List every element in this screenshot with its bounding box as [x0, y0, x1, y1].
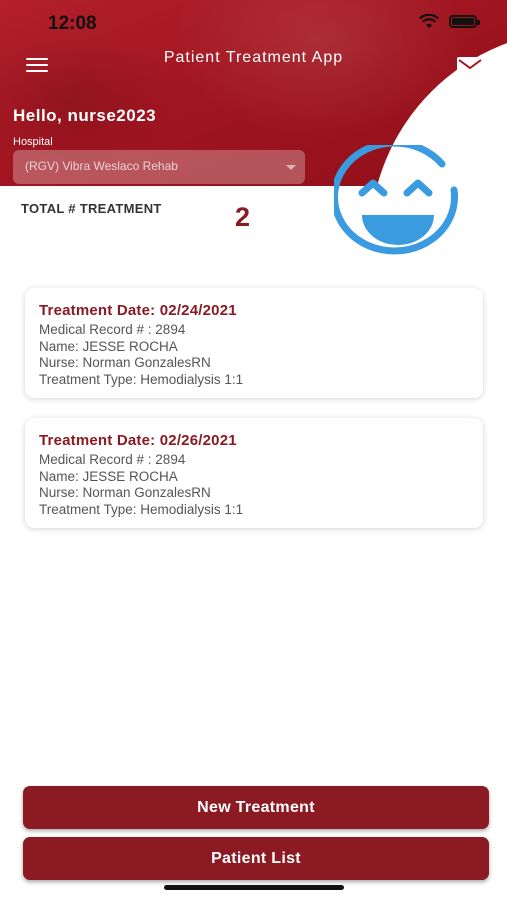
treatment-type: Treatment Type: Hemodialysis 1:1	[39, 371, 244, 387]
nurse-name: Nurse: Norman GonzalesRN	[39, 485, 211, 500]
treatment-card[interactable]: Treatment Date: 02/26/2021 Medical Recor…	[25, 418, 483, 528]
status-time: 12:08	[48, 13, 97, 34]
greeting: Hello, nurse2023	[13, 106, 157, 125]
wifi-icon	[419, 14, 439, 28]
patient-name: Name: JESSE ROCHA	[39, 338, 178, 354]
medical-record: Medical Record # : 2894	[39, 452, 186, 467]
hospital-select-value: (RGV) Vibra Weslaco Rehab	[25, 159, 178, 173]
total-treatment-label: TOTAL # TREATMENT	[21, 201, 162, 216]
mail-icon[interactable]	[457, 57, 483, 76]
home-indicator	[164, 885, 344, 890]
treatment-date: Treatment Date: 02/26/2021	[39, 432, 237, 449]
hospital-select[interactable]: (RGV) Vibra Weslaco Rehab	[13, 150, 305, 184]
nurse-name: Nurse: Norman GonzalesRN	[39, 355, 211, 370]
treatment-type: Treatment Type: Hemodialysis 1:1	[39, 501, 244, 517]
patient-list-button[interactable]: Patient List	[23, 837, 489, 880]
patient-name: Name: JESSE ROCHA	[39, 468, 178, 484]
treatment-card[interactable]: Treatment Date: 02/24/2021 Medical Recor…	[25, 288, 483, 398]
new-treatment-button[interactable]: New Treatment	[23, 786, 489, 829]
status-icons	[419, 14, 480, 29]
battery-icon	[449, 15, 480, 28]
smiley-icon	[334, 145, 458, 255]
medical-record: Medical Record # : 2894	[39, 322, 186, 337]
app-title: Patient Treatment App	[163, 49, 344, 66]
caret-down-icon	[286, 165, 296, 170]
total-treatment-count: 2	[235, 202, 251, 232]
hospital-label: Hospital	[13, 136, 53, 148]
treatment-date: Treatment Date: 02/24/2021	[39, 302, 237, 319]
